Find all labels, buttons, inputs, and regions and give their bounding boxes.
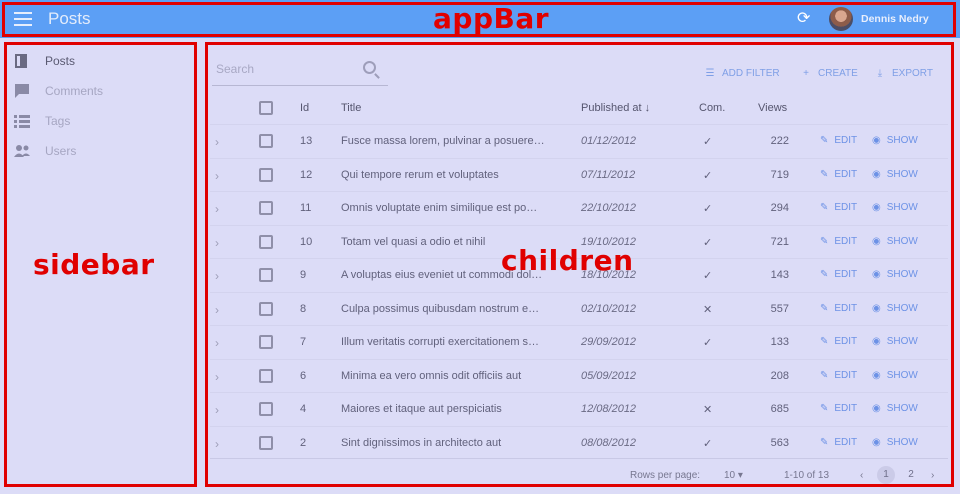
sidebar-annotation-label: sidebar bbox=[33, 248, 155, 281]
app-root: Posts ⟳ Dennis Nedry Posts Comments Tags… bbox=[0, 0, 960, 494]
children-annotation-label: children bbox=[501, 244, 634, 277]
appbar-annotation-label: appBar bbox=[433, 2, 550, 35]
